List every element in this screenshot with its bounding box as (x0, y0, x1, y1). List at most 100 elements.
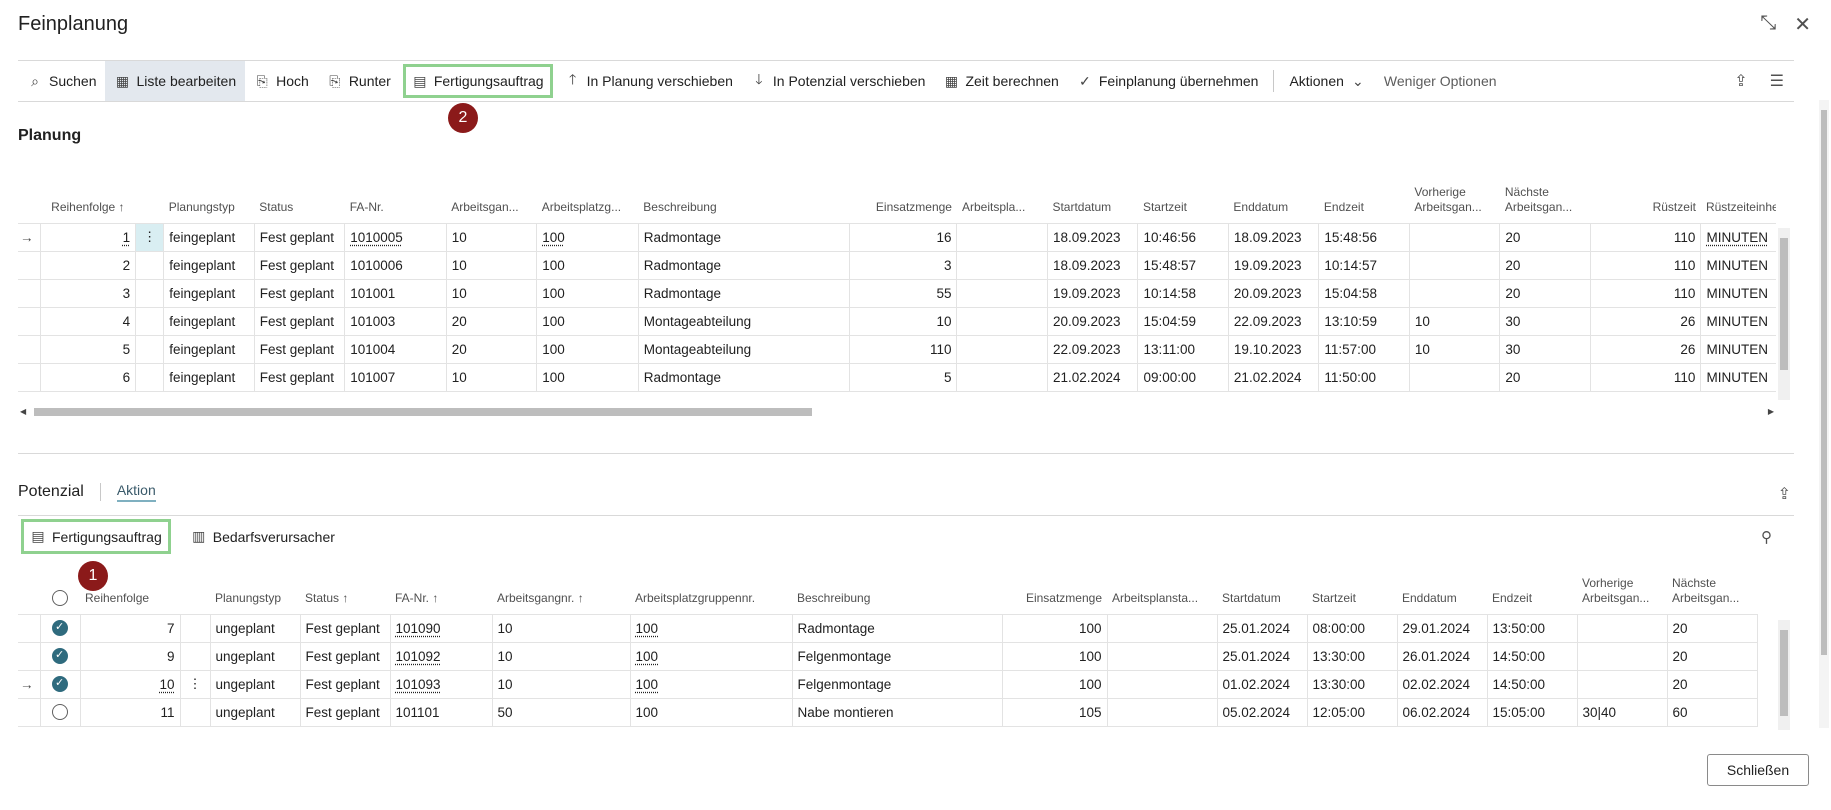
col-vorherige[interactable]: Vorherige Arbeitsgan... (1577, 570, 1667, 614)
col-ruestzeiteinheit[interactable]: Rüstzeiteinhe... (1701, 183, 1776, 223)
row-select-checkbox[interactable] (52, 704, 68, 721)
move-up-button[interactable]: ⎘ Hoch (245, 61, 318, 101)
col-ruestzeit[interactable]: Rüstzeit (1590, 183, 1701, 223)
calculate-time-button[interactable]: ▦ Zeit berechnen (934, 61, 1067, 101)
col-arbeitsgangnr[interactable]: Arbeitsgangnr. ↑ (492, 570, 630, 614)
move-to-potential-button[interactable]: 🡓 In Potenzial verschieben (742, 61, 935, 101)
table-row[interactable]: 11 ungeplant Fest geplant 101101 50 100 Nabe m… (18, 697, 1758, 727)
row-menu-icon[interactable] (135, 362, 165, 392)
row-menu-icon[interactable] (179, 641, 211, 671)
row-menu-icon[interactable] (179, 613, 211, 643)
col-arbeitsplatzgruppe[interactable]: Arbeitsplatzg... (537, 183, 639, 223)
table-cell: 7 (79, 613, 181, 643)
col-enddatum[interactable]: Enddatum (1397, 570, 1487, 614)
col-status[interactable]: Status (254, 183, 344, 223)
table-row[interactable]: 6 feingeplant Fest geplant 101007 10 100 Radmo… (18, 362, 1776, 392)
row-menu-icon[interactable]: ⋮ (179, 669, 211, 699)
tab-aktion[interactable]: Aktion (116, 482, 156, 502)
table-cell: 09:00:00 (1137, 362, 1229, 392)
row-menu-icon[interactable] (135, 306, 165, 336)
table-row[interactable]: 4 feingeplant Fest geplant 101003 20 100 Monta… (18, 306, 1776, 336)
collapse-icon[interactable]: ⤡ (1760, 12, 1776, 37)
table-row[interactable]: 5 feingeplant Fest geplant 101004 20 100 Monta… (18, 334, 1776, 364)
row-checkbox-cell[interactable] (39, 697, 81, 727)
row-select-checkbox[interactable] (52, 648, 68, 665)
row-checkbox-cell[interactable] (39, 641, 81, 671)
col-arbeitsgang[interactable]: Arbeitsgan... (446, 183, 536, 223)
col-fa-nr[interactable]: FA-Nr. (345, 183, 447, 223)
col-startzeit[interactable]: Startzeit (1307, 570, 1397, 614)
pin-icon[interactable]: ⚲ (1761, 528, 1772, 546)
share-icon[interactable]: ⇪ (1734, 71, 1747, 91)
search-button[interactable]: ⌕ Suchen (18, 61, 105, 101)
col-einsatzmenge[interactable]: Einsatzmenge (1002, 570, 1107, 614)
col-arbeitsplanstatus[interactable]: Arbeitsplansta... (1107, 570, 1217, 614)
select-all-column[interactable] (40, 570, 80, 614)
col-naechste[interactable]: Nächste Arbeitsgan... (1667, 570, 1757, 614)
row-checkbox-cell[interactable] (39, 669, 81, 699)
row-menu-icon[interactable] (179, 697, 211, 727)
apply-planning-button[interactable]: ✓ Feinplanung übernehmen (1068, 61, 1268, 101)
row-menu-icon[interactable] (135, 250, 165, 280)
actions-menu[interactable]: Aktionen ⌄ (1280, 61, 1374, 101)
col-einsatzmenge[interactable]: Einsatzmenge (849, 183, 957, 223)
col-vorherige[interactable]: Vorherige Arbeitsgan... (1409, 183, 1499, 223)
planung-vscrollbar[interactable] (1778, 228, 1790, 400)
demand-source-button[interactable]: ▥ Bedarfsverursacher (182, 516, 344, 557)
page-vscrollbar[interactable] (1819, 100, 1829, 728)
close-icon[interactable]: ✕ (1794, 12, 1811, 37)
table-cell: MINUTEN (1700, 362, 1776, 392)
col-reihenfolge[interactable]: Reihenfolge ↑ (40, 183, 136, 223)
col-endzeit[interactable]: Endzeit (1319, 183, 1409, 223)
col-reihenfolge[interactable]: Reihenfolge (80, 570, 180, 614)
table-row[interactable]: 9ungeplantFest geplant10109210100Felgenm… (18, 641, 1758, 671)
table-row[interactable]: 7ungeplantFest geplant10109010100Radmont… (18, 613, 1758, 643)
col-endzeit[interactable]: Endzeit (1487, 570, 1577, 614)
col-planungstyp[interactable]: Planungstyp (210, 570, 300, 614)
row-select-checkbox[interactable] (52, 676, 68, 693)
table-cell: Felgenmontage (791, 669, 1003, 699)
col-arbeitsplan[interactable]: Arbeitspla... (957, 183, 1047, 223)
tab-potenzial[interactable]: Potenzial (18, 483, 101, 501)
col-beschreibung[interactable]: Beschreibung (792, 570, 1002, 614)
table-cell: 20 (445, 334, 538, 364)
row-checkbox-cell[interactable] (39, 613, 81, 643)
row-select-checkbox[interactable] (52, 620, 68, 637)
row-menu-icon[interactable]: ⋮ (135, 222, 165, 252)
table-cell: 100 (629, 641, 793, 671)
table-cell: 100 (536, 362, 639, 392)
fewer-options-button[interactable]: Weniger Optionen (1375, 61, 1506, 101)
col-status[interactable]: Status ↑ (300, 570, 390, 614)
table-row[interactable]: 3 feingeplant Fest geplant 101001 10 100 Radmo… (18, 278, 1776, 308)
table-row[interactable]: 2 feingeplant Fest geplant 1010006 10 100 Radm… (18, 250, 1776, 280)
close-button[interactable]: Schließen (1707, 754, 1809, 786)
col-planungstyp[interactable]: Planungstyp (164, 183, 254, 223)
move-to-planning-button[interactable]: 🡑 In Planung verschieben (556, 61, 742, 101)
table-cell (956, 250, 1048, 280)
move-down-button[interactable]: ⎘ Runter (318, 61, 400, 101)
col-beschreibung[interactable]: Beschreibung (638, 183, 849, 223)
table-cell (1106, 641, 1218, 671)
col-arbeitsplatzgruppennr[interactable]: Arbeitsplatzgruppennr. (630, 570, 792, 614)
col-enddatum[interactable]: Enddatum (1228, 183, 1318, 223)
table-row[interactable]: → 1 ⋮ feingeplant Fest geplant 1010005 10 100 Ra… (18, 222, 1776, 252)
move-to-planning-label: In Planung verschieben (586, 73, 733, 89)
planung-hscrollbar[interactable]: ◀ ▶ (18, 406, 1776, 418)
select-all-checkbox[interactable] (52, 589, 68, 606)
table-cell: 100 (1001, 613, 1108, 643)
list-view-icon[interactable]: ☰ (1770, 71, 1784, 91)
production-order-button[interactable]: ▤ Fertigungsauftrag (18, 516, 174, 557)
edit-list-button[interactable]: ▦ Liste bearbeiten (105, 61, 246, 101)
row-menu-icon[interactable] (135, 278, 165, 308)
table-row[interactable]: →10⋮ungeplantFest geplant10109310100Felg… (18, 669, 1758, 699)
potenzial-vscrollbar[interactable] (1778, 620, 1790, 730)
production-order-button[interactable]: ▤ Fertigungsauftrag (400, 61, 556, 101)
col-startzeit[interactable]: Startzeit (1138, 183, 1228, 223)
col-startdatum[interactable]: Startdatum (1217, 570, 1307, 614)
share-icon[interactable]: ⇪ (1778, 484, 1791, 504)
edit-list-label: Liste bearbeiten (136, 73, 237, 89)
col-naechste[interactable]: Nächste Arbeitsgan... (1500, 183, 1590, 223)
col-startdatum[interactable]: Startdatum (1047, 183, 1137, 223)
row-menu-icon[interactable] (135, 334, 165, 364)
col-fa-nr[interactable]: FA-Nr. ↑ (390, 570, 492, 614)
